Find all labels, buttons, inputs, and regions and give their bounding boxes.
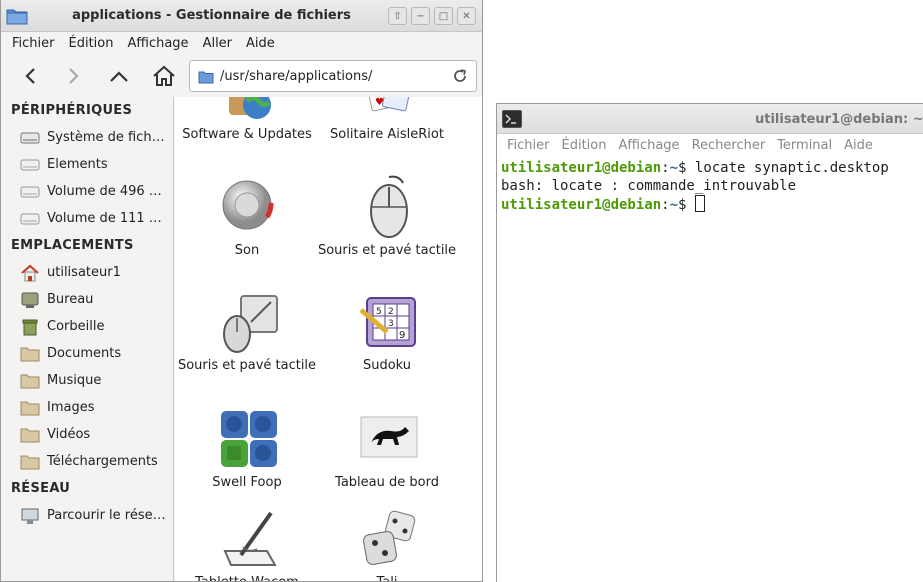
drive-icon xyxy=(19,128,41,148)
file-manager-window: applications - Gestionnaire de fichiers … xyxy=(0,0,483,582)
terminal-line-1: utilisateur1@debian:~$ locate synaptic.d… xyxy=(501,160,889,176)
desktop-icon xyxy=(19,290,41,310)
toolbar: /usr/share/applications/ xyxy=(1,56,482,96)
minimize-button[interactable]: − xyxy=(411,7,430,25)
sidebar-item-home[interactable]: utilisateur1 xyxy=(1,259,173,286)
folder-icon xyxy=(19,398,41,418)
terminal-line-2: bash: locate : commande_introuvable xyxy=(501,178,797,194)
home-button[interactable] xyxy=(150,62,178,90)
menu-edition[interactable]: Édition xyxy=(62,36,121,51)
svg-text:2: 2 xyxy=(388,307,394,317)
chevron-up-icon xyxy=(110,71,128,82)
back-button[interactable] xyxy=(17,62,45,90)
menu-aide[interactable]: Aide xyxy=(239,36,282,51)
sidebar-item-music[interactable]: Musique xyxy=(1,367,173,394)
term-menu-terminal[interactable]: Terminal xyxy=(771,138,838,153)
sidebar-item-browse-network[interactable]: Parcourir le rése… xyxy=(1,502,173,529)
terminal-title-bar[interactable]: utilisateur1@debian: ~ xyxy=(497,104,923,134)
svg-text:5: 5 xyxy=(376,307,382,317)
swell-foop-icon xyxy=(221,411,277,467)
sound-knob-icon xyxy=(222,180,274,230)
term-menu-edition[interactable]: Édition xyxy=(556,138,613,153)
folder-icon xyxy=(19,371,41,391)
term-menu-fichier[interactable]: Fichier xyxy=(501,138,556,153)
chevron-right-icon xyxy=(69,68,79,84)
cards-icon: ♥ xyxy=(366,97,412,112)
sudoku-icon: 5 2 3 9 xyxy=(359,297,416,347)
sidebar-item-filesystem[interactable]: Système de fich… xyxy=(1,124,173,151)
folder-icon xyxy=(19,344,41,364)
svg-text:9: 9 xyxy=(399,330,405,341)
home-icon xyxy=(19,263,41,283)
parent-folder-button[interactable] xyxy=(105,62,133,90)
sidebar-item-volume-496[interactable]: Volume de 496 … xyxy=(1,178,173,205)
shade-button[interactable]: ⇧ xyxy=(388,7,407,25)
forward-button[interactable] xyxy=(59,62,87,90)
folder-icon xyxy=(19,452,41,472)
home-icon xyxy=(153,65,175,86)
xfce-mouse-icon xyxy=(360,416,418,458)
mouse-icon xyxy=(370,175,408,238)
sidebar-item-images[interactable]: Images xyxy=(1,394,173,421)
sidebar-item-documents[interactable]: Documents xyxy=(1,340,173,367)
sidebar-item-desktop[interactable]: Bureau xyxy=(1,286,173,313)
reload-icon[interactable] xyxy=(452,68,468,84)
sidebar-item-elements[interactable]: Elements xyxy=(1,151,173,178)
trash-icon xyxy=(19,317,41,337)
menu-bar: Fichier Édition Affichage Aller Aide xyxy=(1,32,482,54)
menu-aller[interactable]: Aller xyxy=(196,36,239,51)
chevron-left-icon xyxy=(25,68,35,84)
menu-affichage[interactable]: Affichage xyxy=(120,36,195,51)
network-icon xyxy=(19,506,41,526)
folder-icon xyxy=(19,425,41,445)
sidebar-item-volume-111[interactable]: Volume de 111 … xyxy=(1,205,173,232)
drive-icon xyxy=(19,209,41,229)
terminal-cursor xyxy=(694,195,705,212)
terminal-menu-bar: Fichier Édition Affichage Rechercher Ter… xyxy=(497,134,923,156)
section-devices-title: PÉRIPHÉRIQUES xyxy=(11,103,133,118)
address-bar[interactable]: /usr/share/applications/ xyxy=(189,60,477,92)
mouse-touchpad-icon xyxy=(223,295,278,353)
svg-text:3: 3 xyxy=(388,319,394,329)
menu-fichier[interactable]: Fichier xyxy=(5,36,62,51)
drive-icon xyxy=(19,182,41,202)
software-updates-icon xyxy=(229,97,271,119)
sidebar-item-videos[interactable]: Vidéos xyxy=(1,421,173,448)
section-network-title: RÉSEAU xyxy=(11,481,71,496)
terminal-line-3: utilisateur1@debian:~$ xyxy=(501,195,889,214)
folder-icon xyxy=(198,71,214,84)
close-button[interactable]: ✕ xyxy=(457,7,476,25)
section-places-title: EMPLACEMENTS xyxy=(11,238,134,253)
title-bar[interactable]: applications - Gestionnaire de fichiers … xyxy=(1,0,482,32)
file-view: Software & Updates ♥ Solitaire AisleRiot… xyxy=(175,97,482,581)
svg-text:♥: ♥ xyxy=(375,97,384,108)
dice-icon xyxy=(363,510,416,565)
terminal-title: utilisateur1@debian: ~ xyxy=(755,112,923,127)
address-path: /usr/share/applications/ xyxy=(220,69,373,84)
sidebar-item-downloads[interactable]: Téléchargements xyxy=(1,448,173,475)
term-menu-affichage[interactable]: Affichage xyxy=(612,138,685,153)
terminal-icon xyxy=(502,110,522,128)
terminal-output[interactable]: utilisateur1@debian:~$ locate synaptic.d… xyxy=(501,159,889,214)
terminal-window: utilisateur1@debian: ~ Fichier Édition A… xyxy=(496,103,923,582)
maximize-button[interactable]: □ xyxy=(434,7,453,25)
sidebar: PÉRIPHÉRIQUES Système de fich… Elements … xyxy=(1,97,174,581)
wacom-tablet-icon xyxy=(223,511,277,566)
term-menu-rechercher[interactable]: Rechercher xyxy=(686,138,772,153)
drive-icon xyxy=(19,155,41,175)
sidebar-item-trash[interactable]: Corbeille xyxy=(1,313,173,340)
term-menu-aide[interactable]: Aide xyxy=(838,138,879,153)
